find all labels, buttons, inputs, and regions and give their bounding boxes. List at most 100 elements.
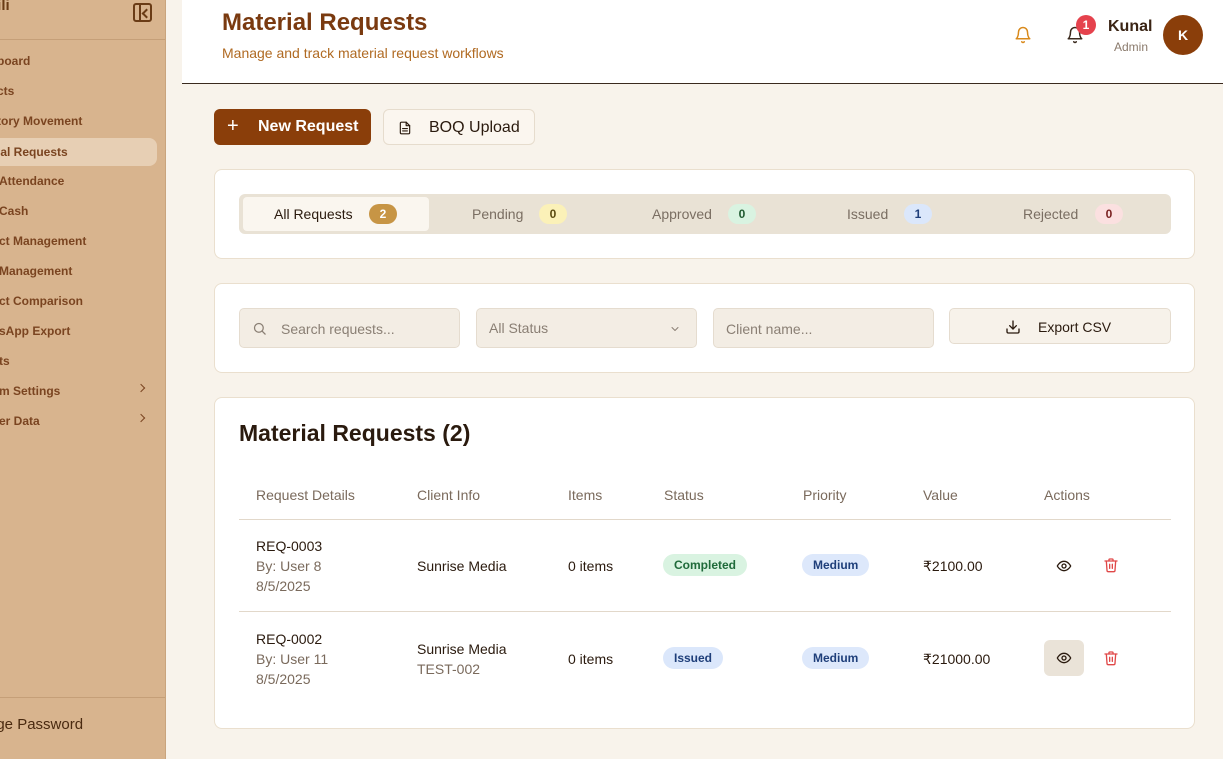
sidebar-collapse-icon[interactable]	[133, 3, 152, 22]
tab-count-badge: 0	[539, 204, 567, 224]
search-input[interactable]: Search requests...	[239, 308, 460, 348]
tab-pending[interactable]: Pending 0	[433, 197, 613, 231]
sidebar-item-attendance[interactable]: Attendance	[0, 167, 157, 195]
tab-count-badge: 1	[904, 204, 932, 224]
sidebar-item-product-comparison[interactable]: ct Comparison	[0, 287, 157, 315]
sidebar-item-label: ial Requests	[0, 145, 68, 159]
divider	[239, 611, 1171, 612]
sidebar-item-inventory-movement[interactable]: tory Movement	[0, 107, 157, 135]
export-csv-label: Export CSV	[1038, 319, 1112, 335]
request-value: ₹21000.00	[923, 651, 991, 667]
delete-trash-icon[interactable]	[1100, 554, 1124, 578]
sidebar: nili in board cts tory Movement ial Requ…	[0, 0, 166, 759]
column-header: Items	[568, 487, 603, 503]
sidebar-item-label: Management	[0, 264, 73, 278]
sidebar-item-label: ct Comparison	[0, 294, 84, 308]
status-tabs: All Requests 2 Pending 0 Approved 0 Issu…	[239, 194, 1171, 234]
brand-name: nili	[0, 0, 10, 14]
column-header: Status	[664, 487, 704, 503]
status-badge: Completed	[663, 554, 748, 576]
sidebar-item-cash[interactable]: Cash	[0, 197, 157, 225]
items-count: 0 items	[568, 558, 614, 574]
sidebar-item-label: m Settings	[0, 384, 61, 398]
tab-approved[interactable]: Approved 0	[617, 197, 797, 231]
search-placeholder: Search requests...	[281, 321, 395, 337]
sidebar-item-label: Cash	[0, 204, 29, 218]
bell-icon[interactable]	[1014, 26, 1032, 44]
request-date: 8/5/2025	[256, 578, 311, 594]
plus-icon: +	[227, 115, 239, 137]
priority-badge: Medium	[802, 647, 870, 669]
requests-table-card: Material Requests (2) Request Details Cl…	[214, 397, 1195, 729]
sidebar-item-label: cts	[0, 84, 15, 98]
sidebar-item-whatsapp-export[interactable]: sApp Export	[0, 317, 157, 345]
status-select-value: All Status	[489, 320, 549, 336]
sidebar-item-label: ts	[0, 354, 10, 368]
table-title: Material Requests (2)	[239, 420, 471, 446]
view-eye-icon[interactable]	[1044, 548, 1084, 584]
priority-badge: Medium	[802, 554, 870, 576]
tab-count-badge: 0	[728, 204, 756, 224]
page-header: Material Requests Manage and track mater…	[182, 0, 1223, 84]
sidebar-item-label: er Data	[0, 414, 40, 428]
tab-label: Pending	[472, 206, 524, 222]
page-subtitle: Manage and track material request workfl…	[222, 45, 504, 61]
tab-issued[interactable]: Issued 1	[801, 197, 981, 231]
chevron-right-icon	[136, 383, 146, 393]
tab-count-badge: 0	[1095, 204, 1123, 224]
search-icon	[253, 322, 266, 335]
sidebar-item-label: Attendance	[0, 174, 65, 188]
boq-upload-label: BOQ Upload	[429, 119, 520, 136]
sidebar-item-master-data[interactable]: er Data	[0, 407, 157, 435]
boq-upload-button[interactable]: BOQ Upload	[383, 109, 535, 145]
column-header: Actions	[1044, 487, 1090, 503]
tab-label: Approved	[652, 206, 712, 222]
notification-badge: 1	[1076, 15, 1096, 35]
tab-all-requests[interactable]: All Requests 2	[243, 197, 429, 231]
request-value: ₹2100.00	[923, 558, 983, 574]
request-date: 8/5/2025	[256, 671, 311, 687]
request-id: REQ-0002	[256, 631, 323, 647]
filters-card: Search requests... All Status Client nam…	[214, 283, 1195, 373]
page-title: Material Requests	[222, 9, 428, 36]
user-name: Kunal	[1108, 18, 1153, 35]
new-request-label: New Request	[258, 118, 359, 135]
client-name-placeholder: Client name...	[726, 321, 813, 337]
sidebar-item-system-settings[interactable]: m Settings	[0, 377, 157, 405]
client-name-input[interactable]: Client name...	[713, 308, 934, 348]
sidebar-item-reports[interactable]: ts	[0, 347, 157, 375]
download-icon	[1006, 320, 1020, 334]
sidebar-item-dashboard[interactable]: board	[0, 47, 157, 75]
items-count: 0 items	[568, 651, 614, 667]
tab-label: Rejected	[1023, 206, 1079, 222]
sidebar-footer: nge Password t	[0, 697, 165, 759]
sidebar-item-management[interactable]: Management	[0, 257, 157, 285]
sidebar-item-material-requests[interactable]: ial Requests	[0, 138, 157, 166]
status-tabs-card: All Requests 2 Pending 0 Approved 0 Issu…	[214, 169, 1195, 259]
new-request-button[interactable]: + New Request	[214, 109, 371, 145]
tab-rejected[interactable]: Rejected 0	[985, 197, 1167, 231]
document-icon	[398, 120, 412, 141]
client-name: Sunrise Media	[417, 558, 507, 574]
tab-label: All Requests	[274, 206, 353, 222]
sidebar-item-label: sApp Export	[0, 324, 71, 338]
chevron-down-icon	[671, 327, 679, 331]
tab-count-badge: 2	[369, 204, 397, 224]
sidebar-item-products[interactable]: cts	[0, 77, 157, 105]
delete-trash-icon[interactable]	[1100, 647, 1124, 671]
column-header: Priority	[803, 487, 847, 503]
status-select[interactable]: All Status	[476, 308, 697, 348]
sidebar-item-label: ct Management	[0, 234, 87, 248]
change-password-link[interactable]: nge Password	[0, 716, 83, 733]
status-badge: Issued	[663, 647, 724, 669]
view-eye-icon[interactable]	[1044, 640, 1084, 676]
sidebar-item-label: tory Movement	[0, 114, 83, 128]
column-header: Value	[923, 487, 958, 503]
avatar[interactable]: K	[1163, 15, 1203, 55]
column-header: Request Details	[256, 487, 355, 503]
user-role: Admin	[1114, 40, 1149, 54]
divider	[239, 519, 1171, 520]
client-name: Sunrise Media	[417, 641, 507, 657]
export-csv-button[interactable]: Export CSV	[949, 308, 1171, 344]
sidebar-item-product-management[interactable]: ct Management	[0, 227, 157, 255]
